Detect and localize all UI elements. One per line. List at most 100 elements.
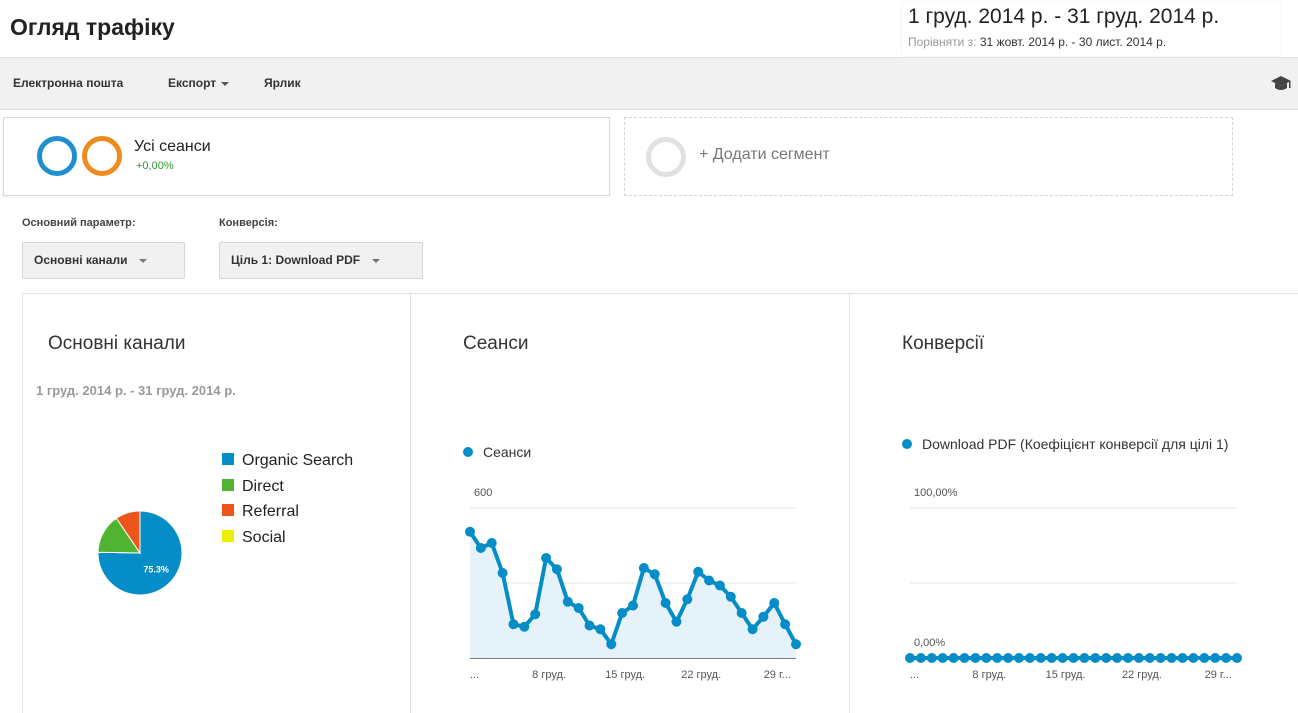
data-point <box>736 608 747 618</box>
x-tick-label: 15 груд. <box>605 669 645 681</box>
conversion-value: Ціль 1: Download PDF <box>231 253 361 267</box>
data-point <box>584 620 595 631</box>
date-range-picker[interactable]: 1 груд. 2014 р. - 31 груд. 2014 р. Порів… <box>902 2 1280 56</box>
primary-dimension-select[interactable]: Основні канали <box>22 242 185 279</box>
conversions-line-chart[interactable]: 100,00% 0,00%... 8 груд. 15 груд. 22 груд. 29… <box>900 480 1245 685</box>
data-point <box>937 653 948 663</box>
data-point <box>475 543 486 553</box>
data-point <box>660 598 671 608</box>
y-tick-label: 100,00% <box>914 487 958 499</box>
data-point <box>1210 653 1221 663</box>
data-point <box>1133 653 1144 663</box>
pie-slice-label: 75.3% <box>143 564 169 574</box>
conversions-series-legend[interactable]: Download PDF (Коефіцієнт конверсії для ц… <box>902 434 1242 454</box>
data-point <box>530 609 541 620</box>
data-point <box>1166 653 1177 663</box>
data-point <box>1188 653 1199 663</box>
data-point <box>617 608 628 618</box>
data-point <box>926 653 937 663</box>
legend-direct[interactable]: Direct <box>222 478 284 496</box>
conversion-select[interactable]: Ціль 1: Download PDF <box>219 242 423 279</box>
data-point <box>1090 653 1101 663</box>
x-tick-label: 8 груд. <box>972 669 1006 681</box>
legend-label: Social <box>242 529 286 546</box>
legend-organic-search[interactable]: Organic Search <box>222 452 353 470</box>
series-dot-icon <box>902 439 912 449</box>
channels-date-range: 1 груд. 2014 р. - 31 груд. 2014 р. <box>36 383 236 398</box>
data-point <box>693 566 704 577</box>
data-point <box>1014 653 1024 663</box>
data-point <box>573 603 584 613</box>
compare-range: Порівняти з: 31 жовт. 2014 р. - 30 лист.… <box>908 35 1166 49</box>
data-point <box>747 624 758 635</box>
email-button[interactable]: Електронна пошта <box>13 76 123 90</box>
channels-pie-chart[interactable]: 75.3% <box>90 503 190 603</box>
legend-label: Direct <box>242 478 284 495</box>
data-point <box>1123 653 1133 663</box>
data-point <box>486 538 497 548</box>
add-segment-button[interactable]: + Додати сегмент <box>624 117 1233 196</box>
data-point <box>497 568 508 578</box>
series-legend-label: Download PDF (Коефіцієнт конверсії для ц… <box>922 436 1229 452</box>
panel-divider <box>410 293 411 713</box>
data-point <box>780 619 791 630</box>
primary-dimension-value: Основні канали <box>34 253 128 267</box>
data-point <box>1046 653 1057 663</box>
data-point <box>992 653 1003 663</box>
data-point <box>758 611 769 622</box>
data-point <box>1024 653 1035 663</box>
data-point <box>671 616 682 627</box>
chevron-down-icon <box>372 258 381 263</box>
graduation-cap-icon[interactable] <box>1270 73 1292 93</box>
legend-swatch-social <box>222 530 234 542</box>
data-point <box>649 569 660 580</box>
segment-name: Усі сеанси <box>134 138 211 155</box>
data-point <box>1057 653 1068 663</box>
chevron-down-icon <box>139 258 148 263</box>
segment-all-sessions[interactable]: Усі сеанси +0,00% <box>3 117 610 196</box>
data-point <box>541 553 552 563</box>
x-tick-label: 22 груд. <box>1122 669 1162 681</box>
data-point <box>791 639 801 650</box>
data-point <box>465 526 475 537</box>
add-segment-label: + Додати сегмент <box>699 146 830 163</box>
data-point <box>1101 653 1112 663</box>
sessions-area-fill <box>470 531 796 658</box>
data-point <box>725 591 736 602</box>
segment-change: +0,00% <box>136 160 174 172</box>
legend-referral[interactable]: Referral <box>222 503 299 521</box>
x-tick-label: 15 груд. <box>1046 669 1086 681</box>
legend-swatch-referral <box>222 504 234 516</box>
data-point <box>1199 653 1210 663</box>
shortcut-button[interactable]: Ярлик <box>264 76 301 90</box>
data-point <box>1079 653 1090 663</box>
data-point <box>508 619 519 630</box>
export-menu-button[interactable]: Експорт <box>168 76 230 90</box>
data-point <box>628 600 638 611</box>
x-tick-label: 29 г... <box>1205 669 1232 681</box>
data-point <box>1221 653 1232 663</box>
compare-label: Порівняти з: <box>908 35 977 49</box>
data-point <box>714 580 725 591</box>
series-dot-icon <box>463 447 473 457</box>
sessions-panel-title: Сеанси <box>463 333 529 354</box>
data-point <box>519 621 530 632</box>
primary-dimension-label: Основний параметр: <box>22 217 136 229</box>
segment-orange-ring-icon <box>82 136 122 176</box>
data-point <box>1003 653 1014 663</box>
y-tick-label: 600 <box>474 487 492 499</box>
legend-social[interactable]: Social <box>222 529 286 547</box>
sessions-area-chart[interactable]: 600300...8 груд.15 груд.22 груд.29 г... <box>462 480 802 685</box>
data-point <box>769 598 780 608</box>
x-tick-label: ... <box>910 669 919 681</box>
legend-label: Referral <box>242 503 299 520</box>
sessions-series-legend[interactable]: Сеанси <box>463 444 531 460</box>
empty-segment-ring-icon <box>646 137 686 177</box>
legend-swatch-direct <box>222 479 234 491</box>
data-point <box>981 653 992 663</box>
legend-label: Organic Search <box>242 452 354 469</box>
data-point <box>1232 653 1242 663</box>
legend-swatch-organic <box>222 453 234 465</box>
panel-divider <box>849 293 850 713</box>
x-tick-label: ... <box>470 669 479 681</box>
